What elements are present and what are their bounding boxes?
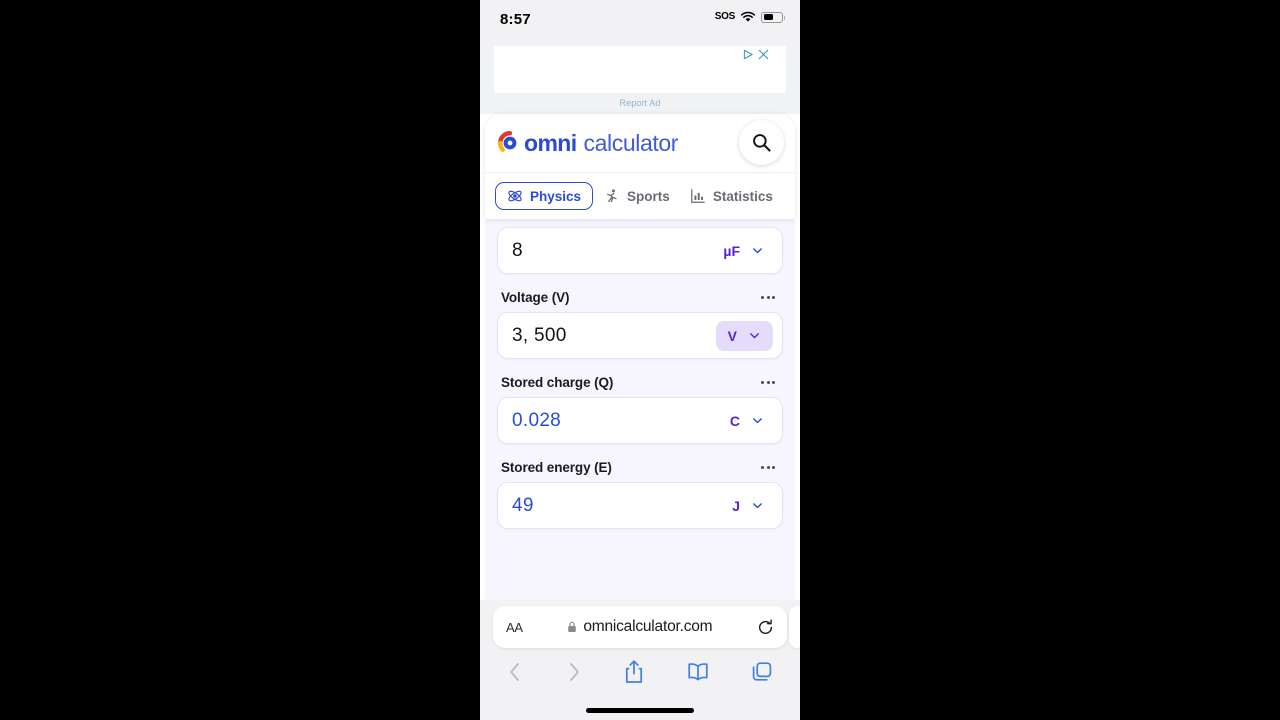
lock-icon bbox=[568, 621, 577, 632]
atom-icon bbox=[508, 190, 522, 202]
ad-controls bbox=[743, 49, 769, 60]
omni-logo-icon[interactable] bbox=[497, 130, 523, 156]
brand-name-calculator: calculator bbox=[583, 129, 679, 156]
field-capacitance: 8 µF bbox=[497, 219, 783, 274]
safari-toolbar bbox=[480, 650, 800, 685]
calculator-form: 8 µF Voltage (V) 3, 500 V Stored charge … bbox=[485, 219, 795, 600]
adchoices-icon[interactable] bbox=[743, 49, 754, 60]
tab-physics[interactable]: Physics bbox=[495, 182, 594, 210]
forward-chevron-icon[interactable] bbox=[565, 660, 583, 684]
url-bar-row: AAAA omnicalculator.com bbox=[480, 606, 800, 650]
adjacent-tab-peek[interactable] bbox=[789, 606, 800, 648]
url-text: omnicalculator.com bbox=[583, 618, 713, 635]
stored-energy-more-options-icon[interactable] bbox=[757, 462, 779, 473]
site-header: omni calculator Physics Sports Statistic… bbox=[485, 114, 795, 219]
ad-banner[interactable] bbox=[494, 46, 786, 93]
voltage-more-options-icon[interactable] bbox=[757, 292, 779, 303]
stored-energy-label-row: Stored energy (E) bbox=[497, 444, 783, 482]
stored-energy-input-box[interactable]: 49 J bbox=[497, 482, 783, 529]
tab-physics-label: Physics bbox=[530, 188, 582, 204]
stored-charge-unit-select[interactable]: C bbox=[721, 406, 773, 436]
voltage-value[interactable]: 3, 500 bbox=[512, 325, 716, 347]
chevron-down-icon bbox=[753, 503, 762, 509]
report-ad-link[interactable]: Report Ad bbox=[494, 93, 786, 114]
search-icon bbox=[753, 134, 771, 152]
text-size-button[interactable]: AAAA bbox=[506, 620, 523, 635]
capacitance-input-box[interactable]: 8 µF bbox=[497, 227, 783, 274]
category-tabs: Physics Sports Statistics bbox=[485, 172, 795, 219]
stored-charge-unit-label: C bbox=[729, 412, 740, 429]
brand-row: omni calculator bbox=[485, 114, 795, 172]
phone-screen: 8:57 SOS Report Ad omni calculator Physi… bbox=[480, 0, 800, 720]
capacitance-unit-select[interactable]: µF bbox=[714, 236, 773, 266]
sos-label: SOS bbox=[714, 11, 736, 22]
battery-icon bbox=[761, 11, 785, 23]
tab-statistics-label: Statistics bbox=[712, 188, 773, 204]
voltage-label: Voltage (V) bbox=[501, 290, 570, 305]
chevron-down-icon bbox=[753, 418, 762, 424]
stored-charge-value[interactable]: 0.028 bbox=[512, 410, 721, 432]
stored-energy-value[interactable]: 49 bbox=[512, 495, 723, 517]
stored-charge-input-box[interactable]: 0.028 C bbox=[497, 397, 783, 444]
status-clock: 8:57 bbox=[500, 11, 531, 28]
runner-icon bbox=[607, 189, 617, 203]
voltage-unit-label: V bbox=[727, 327, 737, 344]
tabs-icon[interactable] bbox=[750, 660, 774, 684]
voltage-unit-select[interactable]: V bbox=[715, 320, 773, 351]
stored-energy-unit-select[interactable]: J bbox=[723, 491, 773, 521]
stored-charge-more-options-icon[interactable] bbox=[757, 377, 779, 388]
brand-name-omni: omni bbox=[524, 129, 577, 156]
tab-sports[interactable]: Sports bbox=[595, 182, 679, 210]
bookmarks-icon[interactable] bbox=[686, 661, 710, 683]
stored-energy-unit-label: J bbox=[732, 497, 740, 514]
field-voltage: Voltage (V) 3, 500 V bbox=[497, 274, 783, 359]
close-icon[interactable] bbox=[758, 49, 769, 60]
chevron-down-icon bbox=[753, 248, 762, 254]
field-stored-charge: Stored charge (Q) 0.028 C bbox=[497, 359, 783, 444]
home-indicator bbox=[586, 708, 694, 713]
status-bar: 8:57 SOS bbox=[480, 0, 800, 40]
web-content-viewport: Report Ad omni calculator Physics Sports… bbox=[480, 40, 800, 600]
share-icon[interactable] bbox=[623, 659, 645, 685]
stored-energy-label: Stored energy (E) bbox=[501, 460, 612, 475]
status-indicators: SOS bbox=[714, 11, 785, 23]
stored-charge-label-row: Stored charge (Q) bbox=[497, 359, 783, 397]
url-display[interactable]: omnicalculator.com bbox=[523, 618, 757, 636]
chevron-down-icon bbox=[750, 333, 759, 339]
bar-chart-icon bbox=[690, 189, 705, 203]
tab-statistics[interactable]: Statistics bbox=[681, 182, 782, 210]
stored-charge-label: Stored charge (Q) bbox=[501, 375, 614, 390]
wifi-icon bbox=[740, 11, 756, 22]
ad-container: Report Ad bbox=[480, 40, 800, 114]
safari-browser-chrome: AAAA omnicalculator.com bbox=[480, 600, 800, 720]
voltage-input-box[interactable]: 3, 500 V bbox=[497, 312, 783, 359]
reload-icon[interactable] bbox=[757, 619, 774, 636]
capacitance-unit-label: µF bbox=[723, 242, 740, 259]
field-stored-energy: Stored energy (E) 49 J bbox=[497, 444, 783, 529]
capacitance-value[interactable]: 8 bbox=[512, 240, 714, 262]
search-button[interactable] bbox=[739, 120, 784, 165]
url-bar[interactable]: AAAA omnicalculator.com bbox=[493, 606, 787, 648]
back-chevron-icon[interactable] bbox=[506, 660, 524, 684]
voltage-label-row: Voltage (V) bbox=[497, 274, 783, 312]
tab-sports-label: Sports bbox=[627, 188, 670, 204]
